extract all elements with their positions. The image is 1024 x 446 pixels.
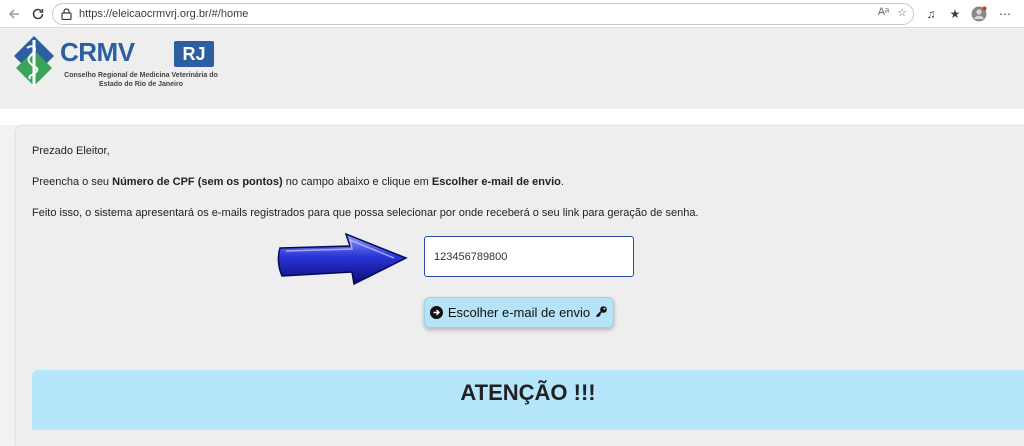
instruction-prefix: Preencha o seu (32, 176, 113, 188)
instruction-button-bold: Escolher e-mail de envio (431, 176, 561, 188)
instruction-cpf-bold: Número de CPF (sem os pontos) (112, 176, 283, 188)
instruction-suffix: . (560, 176, 564, 188)
info-text: Feito isso, o sistema apresentará os e-m… (32, 207, 699, 219)
cpf-input[interactable] (424, 236, 634, 277)
arrow-circle-right-icon (429, 306, 443, 319)
key-icon (595, 305, 608, 321)
back-icon[interactable] (4, 4, 24, 24)
logo-title: CRMV (60, 37, 135, 67)
address-bar[interactable]: https://eleicaocrmvrj.org.br/#/home Aᵃ ☆ (52, 3, 914, 25)
favorite-star-icon[interactable]: ☆ (897, 6, 907, 19)
url-text: https://eleicaocrmvrj.org.br/#/home (79, 8, 249, 20)
favorites-icon[interactable]: ★ (946, 5, 964, 23)
profile-avatar-icon[interactable] (970, 5, 988, 23)
site-header: CRMV RJ Conselho Regional de Medicina Ve… (0, 29, 1024, 109)
greeting-text: Prezado Eleitor, (32, 145, 110, 157)
attention-title: ATENÇÃO !!! (460, 380, 596, 405)
caduceus-logo-icon (14, 36, 54, 86)
choose-email-button[interactable]: Escolher e-mail de envio (424, 297, 614, 328)
crmv-logo[interactable]: CRMV RJ Conselho Regional de Medicina Ve… (12, 34, 222, 94)
reload-icon[interactable] (28, 4, 48, 24)
more-menu-icon[interactable]: ⋯ (996, 5, 1014, 23)
header-separator (0, 109, 1024, 125)
logo-badge: RJ (174, 41, 214, 67)
read-aloud-icon[interactable]: Aᵃ (878, 6, 889, 19)
logo-subtitle: Conselho Regional de Medicina Veterinári… (64, 72, 218, 88)
choose-email-button-label: Escolher e-mail de envio (447, 305, 591, 320)
instruction-mid: no campo abaixo e clique em (282, 176, 432, 188)
pointing-arrow-icon (277, 232, 408, 286)
lock-icon[interactable] (59, 7, 73, 21)
browser-toolbar: https://eleicaocrmvrj.org.br/#/home Aᵃ ☆… (0, 0, 1024, 28)
attention-panel: ATENÇÃO !!! (32, 370, 1024, 430)
media-icon[interactable]: ♫ (922, 5, 940, 23)
instruction-text: Preencha o seu Número de CPF (sem os pon… (32, 176, 564, 188)
